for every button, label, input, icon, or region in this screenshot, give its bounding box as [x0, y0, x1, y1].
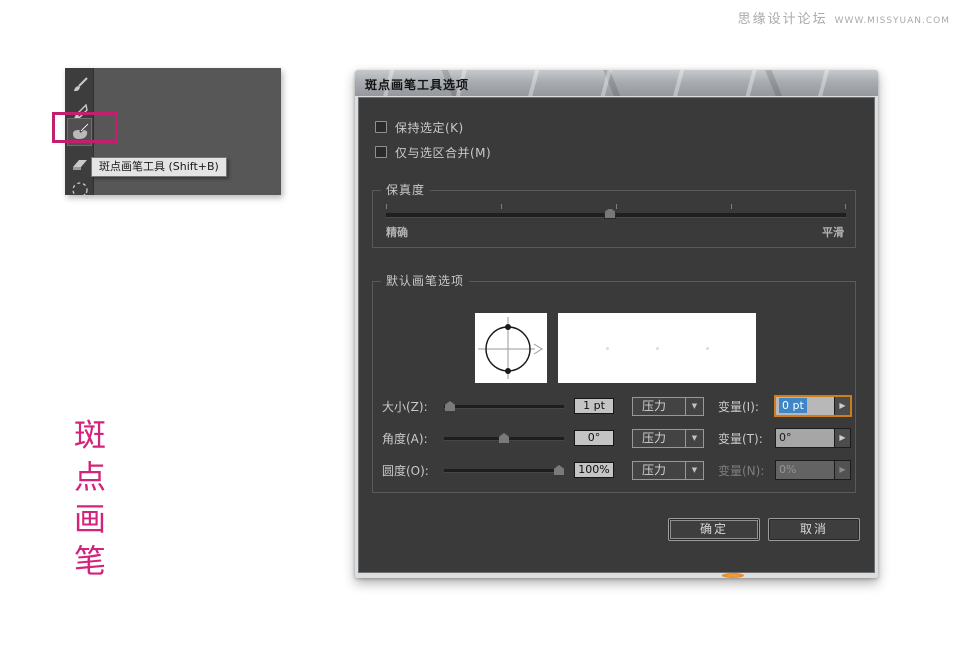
paintbrush-tool-button[interactable] [67, 74, 92, 98]
cancel-button[interactable]: 取消 [768, 518, 860, 541]
default-brush-options-group: 默认画笔选项 [372, 281, 856, 493]
merge-only-label[interactable]: 仅与选区合并(M) [395, 144, 491, 161]
roundness-mode-value: 压力 [633, 462, 685, 479]
watermark-site-name: 思缘设计论坛 [738, 8, 828, 27]
size-variation-label: 变量(I): [718, 398, 775, 415]
page: 思缘设计论坛 WWW.MISSYUAN.COM [0, 0, 960, 664]
paintbrush-icon [70, 76, 90, 96]
size-label: 大小(Z): [382, 398, 444, 415]
caption-char-2: 点 [68, 456, 112, 498]
chevron-down-icon[interactable]: ▼ [685, 462, 703, 479]
tool-tooltip: 斑点画笔工具 (Shift+B) [91, 157, 227, 177]
merge-only-checkbox[interactable] [375, 146, 387, 158]
watermark-site-url: WWW.MISSYUAN.COM [835, 16, 950, 26]
size-value-field[interactable]: 1 pt [574, 398, 614, 414]
size-slider-track[interactable] [444, 405, 564, 408]
roundness-slider[interactable] [444, 464, 564, 476]
size-variation-input[interactable]: 0 pt [776, 397, 834, 415]
caption-char-4: 笔 [68, 540, 112, 582]
eraser-tool-button[interactable] [67, 152, 92, 176]
eraser-icon [70, 154, 90, 174]
smooth-tool-button[interactable] [67, 178, 92, 202]
fidelity-tick [616, 204, 617, 209]
spinner-arrow-icon[interactable]: ▶ [834, 429, 850, 447]
angle-variation-input[interactable]: 0° [776, 429, 834, 447]
fidelity-max-label: 平滑 [822, 224, 844, 240]
size-mode-value: 压力 [633, 398, 685, 415]
angle-row: 角度(A): 0° 压力 ▼ 变量(T): 0° ▶ [382, 428, 851, 448]
spinner-arrow-icon[interactable]: ▶ [834, 397, 850, 415]
stroke-preview-dot [606, 347, 609, 350]
angle-mode-dropdown[interactable]: 压力 ▼ [632, 429, 704, 448]
fidelity-slider-track[interactable] [386, 213, 846, 217]
caption-vertical-text: 斑 点 画 笔 [68, 414, 112, 582]
size-slider-handle[interactable] [445, 401, 455, 411]
angle-variation-field[interactable]: 0° ▶ [775, 428, 851, 448]
angle-variation-label: 变量(T): [718, 430, 775, 447]
dialog-blob-brush-options: 斑点画笔工具选项 保持选定(K) 仅与选区合并(M) 保真度 [355, 70, 878, 578]
roundness-row: 圆度(O): 100% 压力 ▼ 变量(N): 0% ▶ [382, 460, 851, 480]
selected-text: 0 pt [779, 398, 807, 413]
angle-label: 角度(A): [382, 430, 444, 447]
roundness-variation-label: 变量(N): [718, 462, 775, 479]
spinner-arrow-icon: ▶ [834, 461, 850, 479]
stroke-preview-dot [656, 347, 659, 350]
roundness-slider-handle[interactable] [554, 465, 564, 475]
dialog-titlebar[interactable]: 斑点画笔工具选项 [355, 70, 878, 96]
stroke-preview-dot [706, 347, 709, 350]
highlight-rectangle [52, 112, 118, 143]
fidelity-slider-handle[interactable] [604, 208, 616, 219]
smooth-tool-icon [70, 180, 90, 200]
size-mode-dropdown[interactable]: 压力 ▼ [632, 397, 704, 416]
fidelity-tick [731, 204, 732, 209]
keep-selected-checkbox-row[interactable]: 保持选定(K) [375, 120, 464, 134]
fidelity-group: 保真度 精确 平滑 [372, 190, 856, 248]
angle-slider-handle[interactable] [499, 433, 509, 443]
merge-only-checkbox-row[interactable]: 仅与选区合并(M) [375, 145, 491, 159]
size-row: 大小(Z): 1 pt 压力 ▼ 变量(I): 0 pt ▶ [382, 396, 851, 416]
orange-smudge [722, 573, 744, 578]
roundness-value-field[interactable]: 100% [574, 462, 614, 478]
brush-tip-preview [475, 313, 547, 383]
fidelity-tick [501, 204, 502, 209]
angle-value-field[interactable]: 0° [574, 430, 614, 446]
roundness-slider-track[interactable] [444, 469, 564, 472]
dialog-title: 斑点画笔工具选项 [355, 70, 469, 93]
tool-tooltip-text: 斑点画笔工具 (Shift+B) [99, 160, 219, 173]
fidelity-tick [845, 204, 846, 209]
roundness-label: 圆度(O): [382, 462, 444, 479]
chevron-down-icon[interactable]: ▼ [685, 398, 703, 415]
size-variation-field[interactable]: 0 pt ▶ [775, 396, 851, 416]
caption-char-3: 画 [68, 498, 112, 540]
fidelity-legend: 保真度 [381, 183, 430, 197]
chevron-down-icon[interactable]: ▼ [685, 430, 703, 447]
angle-mode-value: 压力 [633, 430, 685, 447]
fidelity-min-label: 精确 [386, 224, 408, 240]
roundness-variation-input: 0% [776, 461, 834, 479]
caption-char-1: 斑 [68, 414, 112, 456]
dialog-body: 保持选定(K) 仅与选区合并(M) 保真度 精确 平滑 默认 [358, 97, 875, 573]
brush-tip-circle-diagram-icon [475, 368, 547, 387]
fidelity-tick [386, 204, 387, 209]
keep-selected-checkbox[interactable] [375, 121, 387, 133]
roundness-mode-dropdown[interactable]: 压力 ▼ [632, 461, 704, 480]
roundness-variation-field: 0% ▶ [775, 460, 851, 480]
stroke-preview [558, 313, 756, 383]
size-slider[interactable] [444, 400, 564, 412]
angle-slider[interactable] [444, 432, 564, 444]
brush-options-legend: 默认画笔选项 [381, 274, 469, 288]
keep-selected-label[interactable]: 保持选定(K) [395, 119, 464, 136]
ok-button[interactable]: 确定 [668, 518, 760, 541]
watermark: 思缘设计论坛 WWW.MISSYUAN.COM [738, 8, 950, 27]
